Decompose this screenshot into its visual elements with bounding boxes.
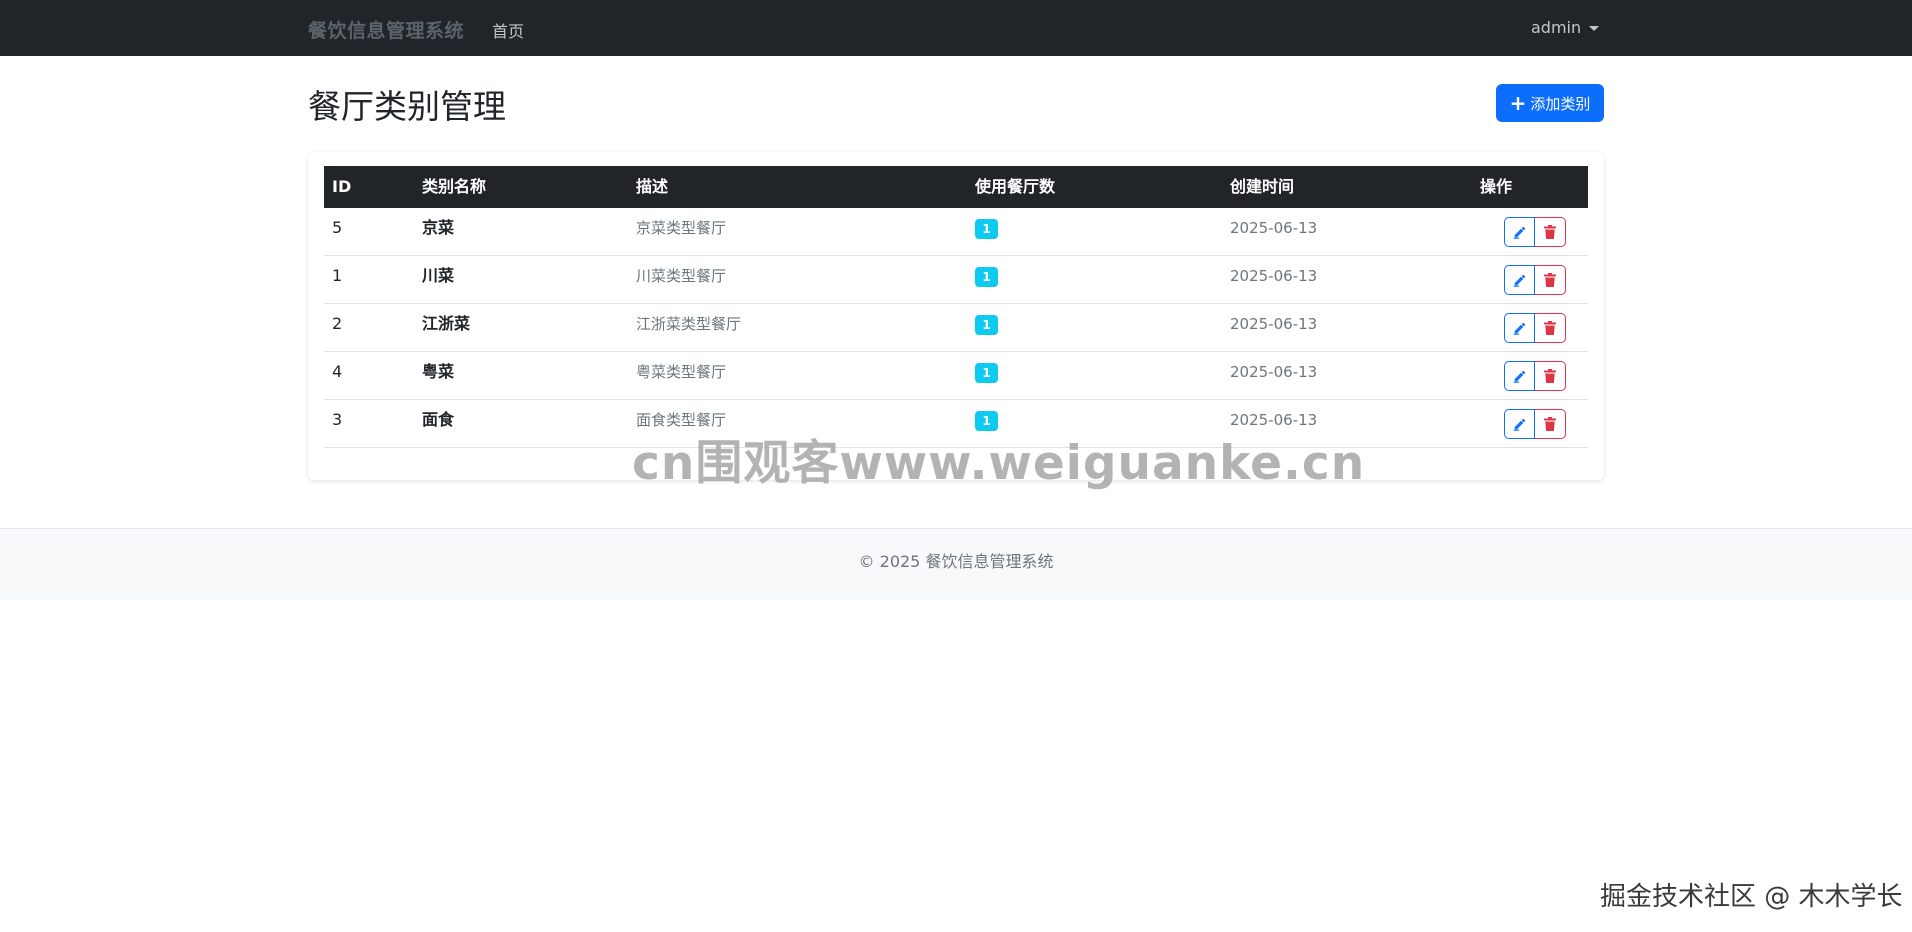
page-title: 餐厅类别管理 <box>308 87 506 126</box>
cell-id: 1 <box>332 266 343 285</box>
trash-icon <box>1544 369 1556 383</box>
count-badge: 1 <box>975 266 998 287</box>
cell-created-at: 2025-06-13 <box>1230 315 1318 333</box>
cell-id: 4 <box>332 362 343 381</box>
table-body: 5 京菜 京菜类型餐厅 1 2025-06-13 1 川菜 川菜类型餐厅 1 2… <box>324 208 1588 448</box>
cell-actions <box>1504 409 1566 439</box>
edit-icon <box>1513 225 1527 239</box>
table-row: 2 江浙菜 江浙菜类型餐厅 1 2025-06-13 <box>324 304 1588 352</box>
delete-button[interactable] <box>1535 265 1566 295</box>
header-name: 类别名称 <box>422 177 487 196</box>
edit-button[interactable] <box>1504 313 1535 343</box>
table-header: ID 类别名称 描述 使用餐厅数 创建时间 操作 <box>324 166 1588 208</box>
add-category-label: 添加类别 <box>1530 94 1591 113</box>
cell-actions <box>1504 313 1566 343</box>
add-category-button[interactable]: + 添加类别 <box>1496 84 1604 122</box>
cell-category-name: 京菜 <box>422 218 455 237</box>
cell-actions <box>1504 361 1566 391</box>
cell-created-at: 2025-06-13 <box>1230 363 1318 381</box>
cell-description: 京菜类型餐厅 <box>636 219 727 237</box>
trash-icon <box>1544 273 1556 287</box>
count-badge: 1 <box>975 218 998 239</box>
cell-description: 江浙菜类型餐厅 <box>636 315 742 333</box>
delete-button[interactable] <box>1535 313 1566 343</box>
edit-button[interactable] <box>1504 361 1535 391</box>
plus-icon: + <box>1509 91 1527 115</box>
table-row: 4 粤菜 粤菜类型餐厅 1 2025-06-13 <box>324 352 1588 400</box>
footer: © 2025 餐饮信息管理系统 <box>0 528 1912 600</box>
delete-button[interactable] <box>1535 361 1566 391</box>
footer-copyright: © 2025 餐饮信息管理系统 <box>858 552 1054 571</box>
delete-button[interactable] <box>1535 409 1566 439</box>
user-name: admin <box>1531 18 1582 37</box>
edit-icon <box>1513 417 1527 431</box>
cell-actions <box>1504 265 1566 295</box>
cell-description: 川菜类型餐厅 <box>636 267 727 285</box>
cell-id: 2 <box>332 314 343 333</box>
watermark-corner: 掘金技术社区 @ 木木学长 <box>1600 882 1903 912</box>
cell-restaurant-count: 1 <box>975 352 998 400</box>
cell-restaurant-count: 1 <box>975 304 998 352</box>
top-navbar: 餐饮信息管理系统 首页 admin <box>0 0 1912 56</box>
table-row: 1 川菜 川菜类型餐厅 1 2025-06-13 <box>324 256 1588 304</box>
trash-icon <box>1544 225 1556 239</box>
edit-icon <box>1513 273 1527 287</box>
edit-icon <box>1513 369 1527 383</box>
header-id: ID <box>332 177 352 196</box>
table-row: 5 京菜 京菜类型餐厅 1 2025-06-13 <box>324 208 1588 256</box>
trash-icon <box>1544 417 1556 431</box>
cell-actions <box>1504 217 1566 247</box>
cell-restaurant-count: 1 <box>975 208 998 256</box>
count-badge: 1 <box>975 362 998 383</box>
category-table: ID 类别名称 描述 使用餐厅数 创建时间 操作 5 京菜 京菜类型餐厅 1 2… <box>324 166 1588 448</box>
edit-button[interactable] <box>1504 217 1535 247</box>
edit-icon <box>1513 321 1527 335</box>
cell-restaurant-count: 1 <box>975 256 998 304</box>
header-description: 描述 <box>636 177 669 196</box>
cell-category-name: 川菜 <box>422 266 455 285</box>
cell-created-at: 2025-06-13 <box>1230 219 1318 237</box>
user-menu-toggle[interactable]: admin <box>1531 18 1600 37</box>
cell-description: 粤菜类型餐厅 <box>636 363 727 381</box>
cell-category-name: 粤菜 <box>422 362 455 381</box>
cell-category-name: 江浙菜 <box>422 314 471 333</box>
edit-button[interactable] <box>1504 265 1535 295</box>
cell-category-name: 面食 <box>422 410 455 429</box>
header-restaurant-count: 使用餐厅数 <box>975 177 1056 196</box>
caret-down-icon <box>1589 26 1600 31</box>
watermark-center: cn围观客www.weiguanke.cn <box>632 436 1366 491</box>
trash-icon <box>1544 321 1556 335</box>
count-badge: 1 <box>975 314 998 335</box>
cell-created-at: 2025-06-13 <box>1230 267 1318 285</box>
edit-button[interactable] <box>1504 409 1535 439</box>
delete-button[interactable] <box>1535 217 1566 247</box>
nav-link-home[interactable]: 首页 <box>492 18 524 42</box>
cell-id: 3 <box>332 410 343 429</box>
cell-id: 5 <box>332 218 343 237</box>
header-actions: 操作 <box>1480 177 1513 196</box>
navbar-brand[interactable]: 餐饮信息管理系统 <box>308 16 464 43</box>
header-created-at: 创建时间 <box>1230 177 1295 196</box>
